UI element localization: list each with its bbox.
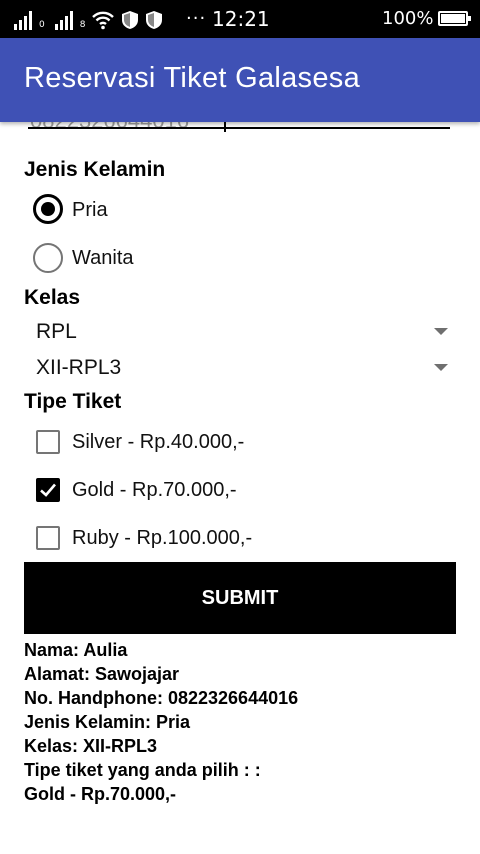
status-icons: 0 8: [14, 8, 163, 30]
result-ticket-heading: Tipe tiket yang anda pilih : :: [24, 760, 261, 780]
app-bar: Reservasi Tiket Galasesa: [0, 38, 480, 122]
checkbox-gold-label[interactable]: Gold - Rp.70.000,-: [72, 479, 237, 502]
signal-icon: [14, 10, 32, 30]
major-spinner-value: RPL: [36, 320, 77, 343]
form-scroll-area[interactable]: 0822326644016 Jenis Kelamin Pria Wanita …: [0, 122, 480, 854]
gender-label: Jenis Kelamin: [24, 158, 166, 181]
result-name: Nama: Aulia: [24, 640, 128, 660]
checkmark-icon: [40, 483, 56, 497]
signal-icon: [54, 10, 73, 30]
class-spinner-value: XII-RPL3: [36, 356, 122, 379]
sim2-label: 8: [79, 20, 86, 30]
shield-icon: [146, 11, 163, 29]
checkbox-silver[interactable]: [36, 430, 60, 454]
result-gender: Jenis Kelamin: Pria: [24, 712, 191, 732]
result-phone: No. Handphone: 0822326644016: [24, 688, 299, 708]
ticket-type-label: Tipe Tiket: [24, 390, 122, 413]
sim1-label: 0: [39, 20, 45, 30]
class-spinner[interactable]: XII-RPL3: [36, 354, 450, 386]
page-title: Reservasi Tiket Galasesa: [24, 62, 360, 94]
major-spinner[interactable]: RPL: [36, 318, 450, 350]
battery-percent: 100%: [382, 8, 434, 29]
result-address: Alamat: Sawojajar: [24, 664, 180, 684]
checkbox-gold[interactable]: [36, 478, 60, 502]
wifi-icon: [92, 11, 115, 30]
submit-button[interactable]: SUBMIT: [24, 562, 456, 634]
radio-wanita[interactable]: [33, 243, 63, 273]
dropdown-arrow-icon: [434, 328, 448, 335]
result-ticket: Gold - Rp.70.000,-: [24, 784, 177, 804]
phone-input-underline: [28, 127, 450, 129]
checkbox-ruby-label[interactable]: Ruby - Rp.100.000,-: [72, 527, 252, 550]
shield-icon: [122, 11, 139, 29]
battery-icon: [438, 11, 471, 26]
result-summary: Nama: Aulia Alamat: Sawojajar No. Handph…: [24, 638, 464, 806]
clock: 12:21: [212, 7, 270, 31]
checkbox-ruby[interactable]: [36, 526, 60, 550]
dropdown-arrow-icon: [434, 364, 448, 371]
class-label: Kelas: [24, 286, 81, 309]
radio-pria[interactable]: [33, 194, 63, 224]
phone-input[interactable]: 0822326644016: [28, 122, 450, 144]
status-bar: 0 8 ··· 12:21 100%: [0, 0, 480, 38]
checkbox-silver-label[interactable]: Silver - Rp.40.000,-: [72, 431, 244, 454]
radio-pria-label[interactable]: Pria: [72, 199, 108, 222]
radio-wanita-label[interactable]: Wanita: [72, 247, 134, 270]
more-notifications-icon: ···: [186, 8, 207, 29]
result-class: Kelas: XII-RPL3: [24, 736, 158, 756]
